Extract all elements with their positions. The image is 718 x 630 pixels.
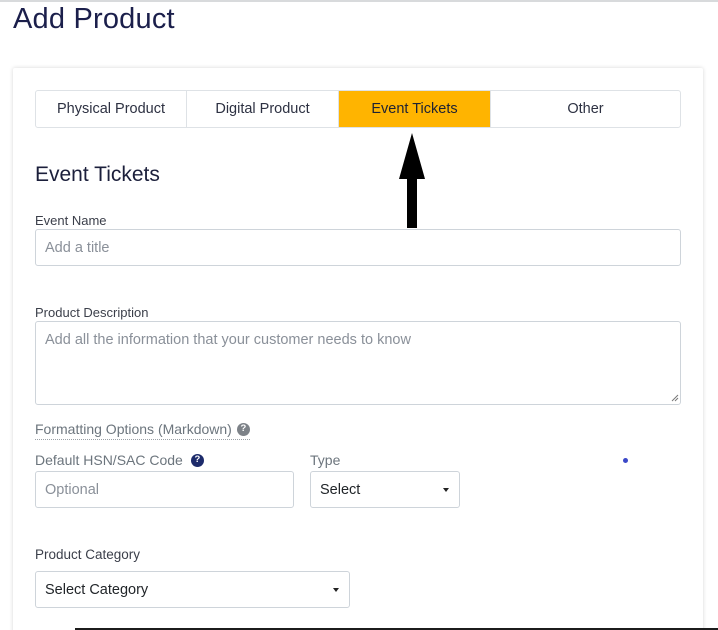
type-select[interactable]: Select bbox=[310, 471, 460, 508]
formatting-options-label: Formatting Options (Markdown) bbox=[35, 421, 232, 437]
tab-event-tickets[interactable]: Event Tickets bbox=[339, 91, 491, 127]
hsn-label: Default HSN/SAC Code bbox=[35, 452, 183, 468]
type-select-value: Select bbox=[320, 481, 361, 498]
question-circle-icon[interactable]: ? bbox=[236, 422, 250, 436]
top-border bbox=[0, 0, 718, 2]
product-category-label: Product Category bbox=[35, 547, 141, 562]
product-description-label: Product Description bbox=[35, 305, 149, 320]
product-description-textarea[interactable] bbox=[35, 321, 681, 405]
event-name-label: Event Name bbox=[35, 213, 107, 228]
hsn-code-input[interactable] bbox=[35, 471, 294, 508]
tab-other[interactable]: Other bbox=[491, 91, 680, 127]
arrow-up-icon bbox=[399, 133, 425, 228]
tab-physical-product[interactable]: Physical Product bbox=[36, 91, 187, 127]
dot-marker bbox=[623, 458, 628, 463]
product-category-value: Select Category bbox=[45, 581, 149, 598]
resize-handle-icon[interactable] bbox=[671, 394, 679, 402]
section-title: Event Tickets bbox=[35, 163, 160, 186]
hsn-label-row: Default HSN/SAC Code ? bbox=[35, 452, 204, 468]
chevron-down-icon bbox=[443, 487, 449, 492]
product-type-tabs: Physical Product Digital Product Event T… bbox=[35, 90, 681, 128]
chevron-down-icon bbox=[333, 587, 339, 592]
formatting-options-link[interactable]: Formatting Options (Markdown) ? bbox=[35, 421, 250, 440]
page-title: Add Product bbox=[13, 3, 175, 35]
event-name-input[interactable] bbox=[35, 229, 681, 266]
product-category-select[interactable]: Select Category bbox=[35, 571, 350, 608]
type-label: Type bbox=[310, 452, 341, 468]
tab-digital-product[interactable]: Digital Product bbox=[187, 91, 339, 127]
question-circle-icon[interactable]: ? bbox=[190, 453, 204, 467]
